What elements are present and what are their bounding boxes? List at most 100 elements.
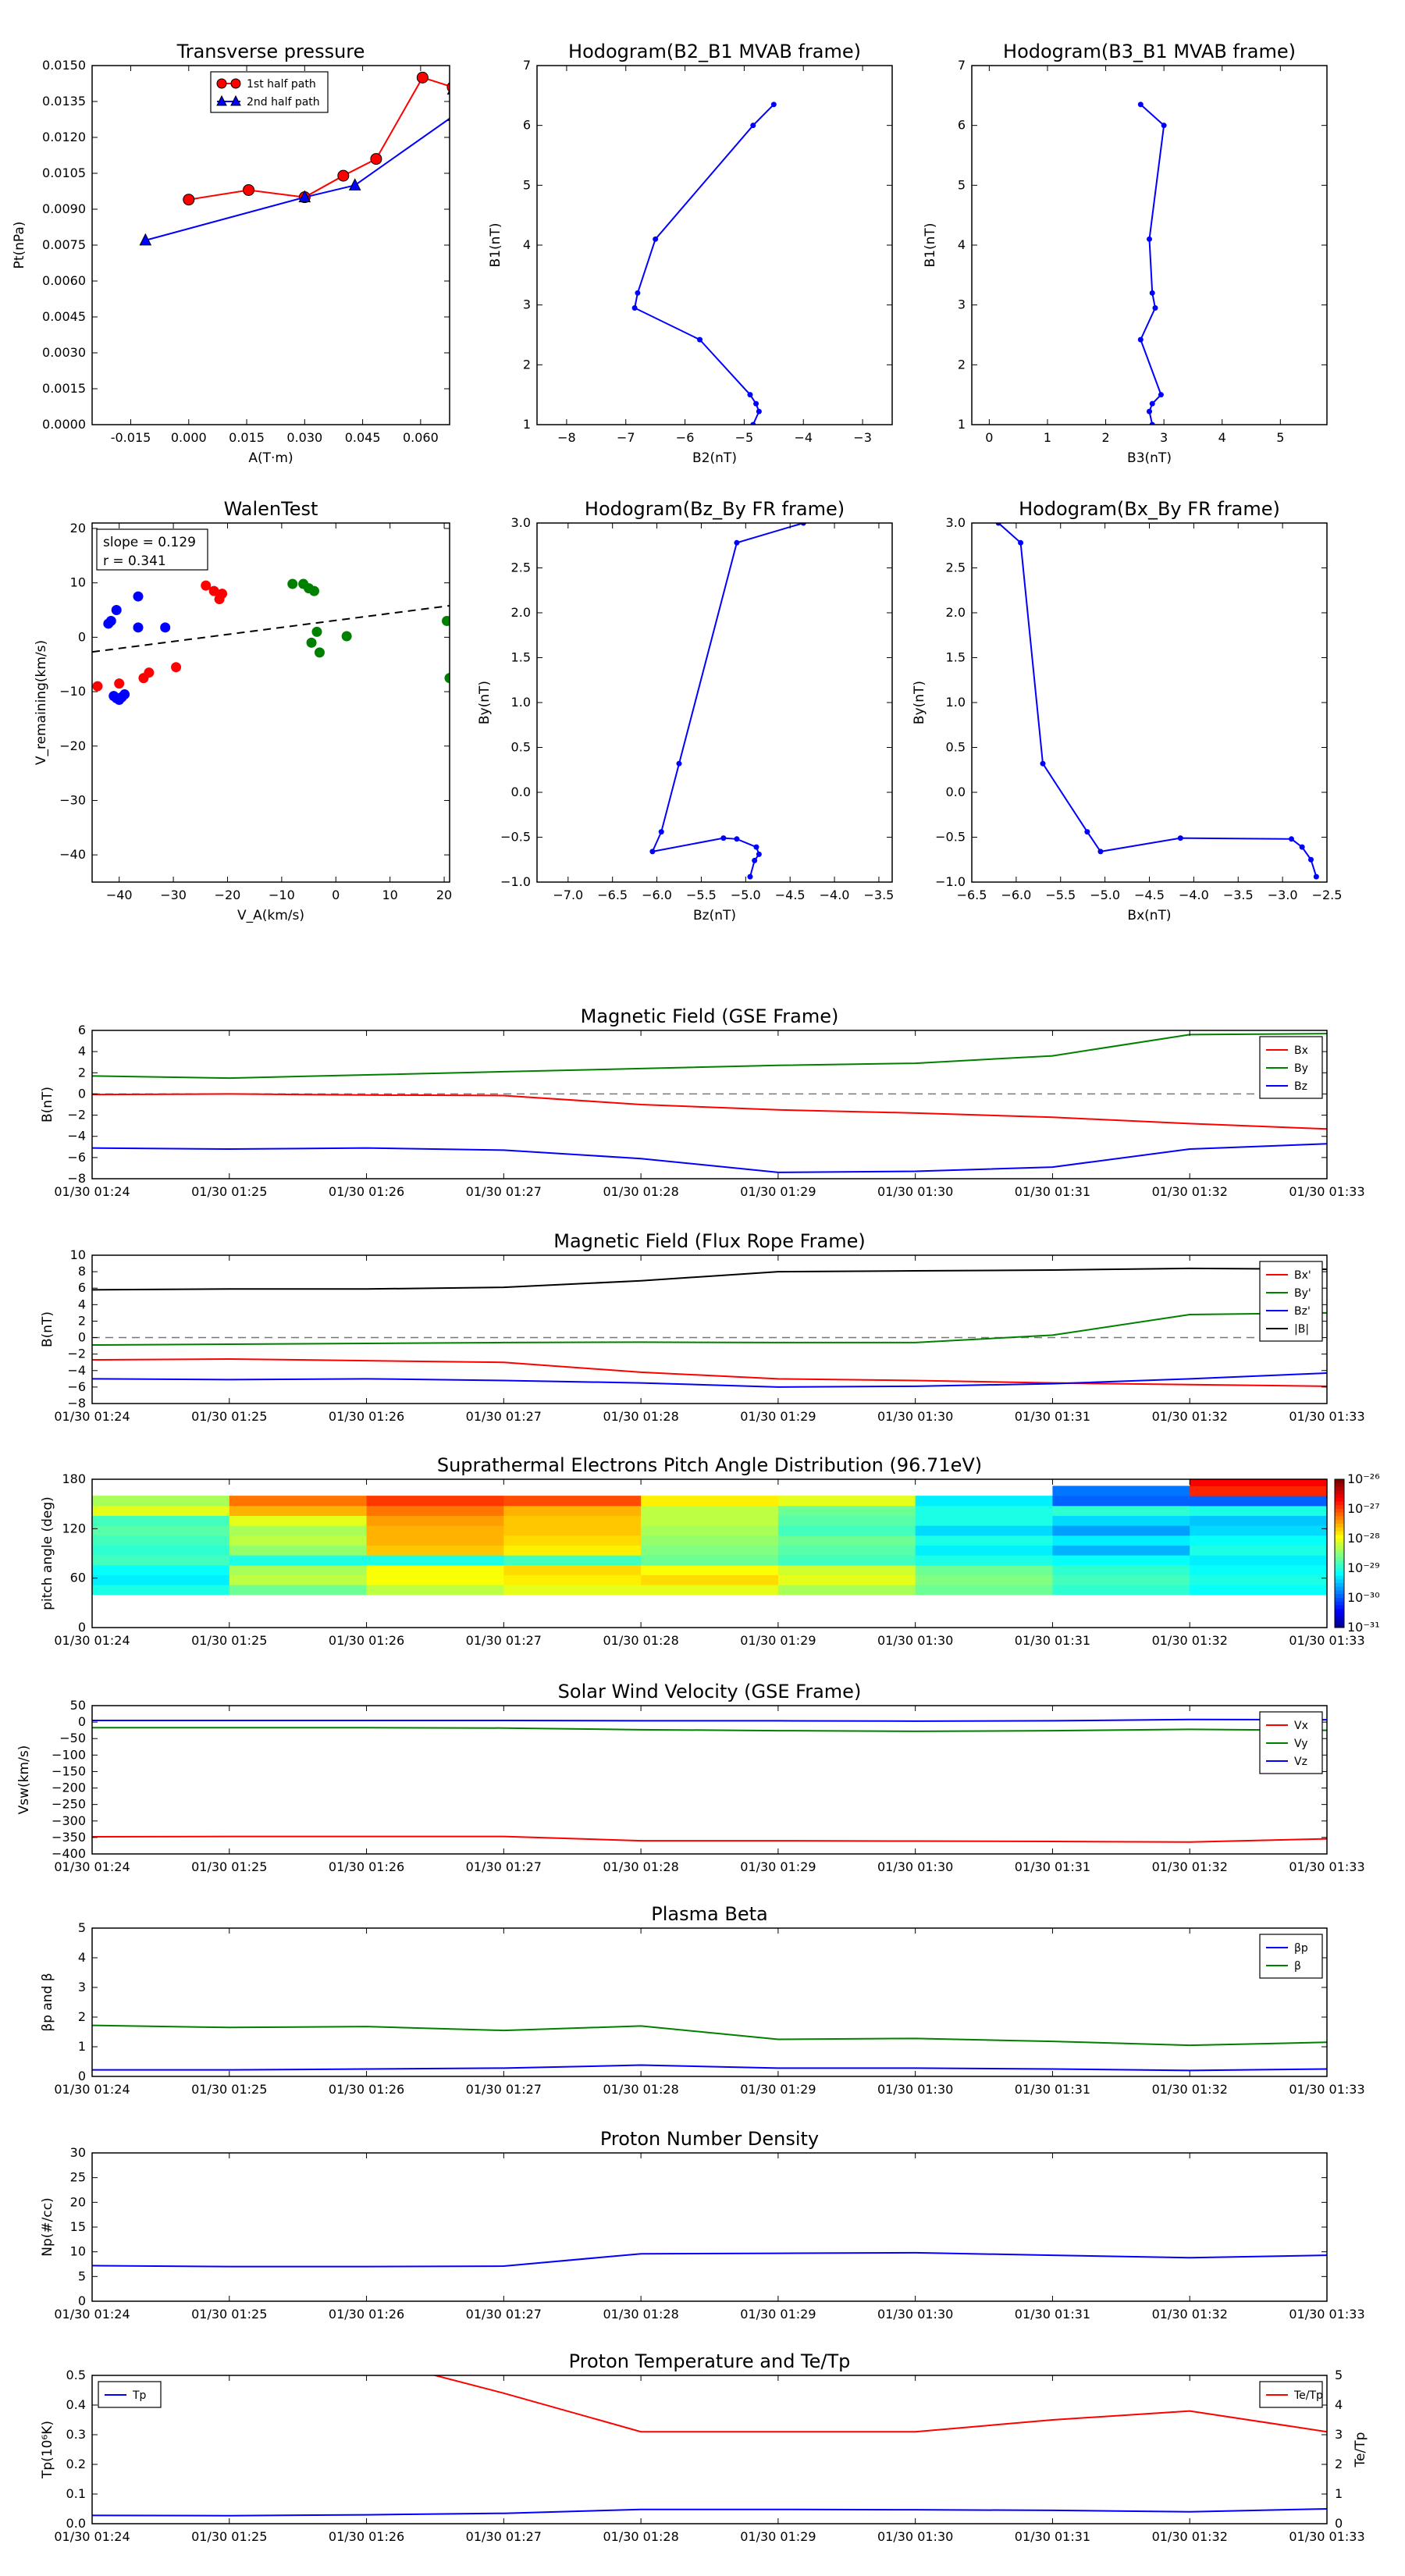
- y-tick-label: −0.5: [500, 830, 531, 845]
- y-tick-label: 0: [78, 1714, 86, 1729]
- heatmap-cell: [1190, 1545, 1328, 1556]
- heatmap-cell: [92, 1496, 230, 1507]
- y-tick-label: 0.5: [66, 2368, 86, 2382]
- x-tick-label: −3.5: [864, 888, 895, 902]
- time-tick-label: 01/30 01:24: [54, 1184, 130, 1199]
- data-point: [635, 290, 641, 296]
- time-tick-label: 01/30 01:33: [1289, 1409, 1364, 1424]
- panel-pad: Suprathermal Electrons Pitch Angle Distr…: [40, 1454, 1380, 1648]
- data-point: [770, 101, 777, 108]
- colorbar-segment: [1335, 1535, 1344, 1539]
- legend-label: Bx: [1294, 1044, 1308, 1057]
- panel-title: Solar Wind Velocity (GSE Frame): [558, 1681, 862, 1703]
- panel-title: Hodogram(Bx_By FR frame): [1019, 498, 1280, 520]
- heatmap-cell: [1052, 1515, 1190, 1526]
- data-point: [92, 681, 103, 692]
- time-tick-label: 01/30 01:26: [329, 1409, 404, 1424]
- data-point: [341, 631, 352, 642]
- y-axis-label: Vsw(km/s): [16, 1745, 32, 1815]
- heatmap-cell: [1052, 1496, 1190, 1507]
- time-tick-label: 01/30 01:25: [191, 1633, 267, 1648]
- panel-bfr: Magnetic Field (Flux Rope Frame)−8−6−4−2…: [40, 1230, 1365, 1424]
- time-tick-label: 01/30 01:25: [191, 2307, 267, 2322]
- y-tick-label: 180: [62, 1471, 86, 1486]
- y-tick-label: 3: [958, 297, 966, 312]
- x-tick-label: 0.030: [286, 430, 322, 445]
- colorbar-segment: [1335, 1497, 1344, 1502]
- data-point: [658, 829, 664, 835]
- y-tick-label: 0.0120: [42, 130, 86, 144]
- colorbar-tick-label: 10⁻²⁶: [1347, 1471, 1380, 1486]
- y-tick-label: 0.0135: [42, 94, 86, 109]
- heatmap-cell: [1052, 1525, 1190, 1536]
- y-tick-label: −50: [59, 1731, 86, 1745]
- data-point: [1084, 829, 1090, 835]
- y-tick-label: 3: [78, 1980, 86, 1994]
- heatmap-cell: [915, 1585, 1053, 1596]
- y-tick-label: 30: [70, 2145, 86, 2160]
- data-point: [243, 183, 255, 196]
- y-axis-label: Tp(10⁶K): [40, 2421, 55, 2479]
- y-tick-label: 0: [78, 629, 86, 644]
- colorbar-segment: [1335, 1509, 1344, 1514]
- data-point: [114, 678, 125, 689]
- y-tick-label: 0: [78, 1330, 86, 1345]
- colorbar-segment: [1335, 1494, 1344, 1499]
- y-tick-label: 10: [70, 1247, 86, 1262]
- panel-hodo4: Hodogram(Bx_By FR frame)−1.0−0.50.00.51.…: [912, 498, 1342, 923]
- time-tick-label: 01/30 01:27: [466, 2529, 542, 2544]
- x-tick-label: −4.0: [1179, 888, 1209, 902]
- heatmap-cell: [229, 1574, 368, 1585]
- x-axis-label: B2(nT): [692, 450, 737, 466]
- y-tick-label: 10: [70, 575, 86, 590]
- heatmap-cell: [366, 1545, 504, 1556]
- x-tick-label: −4.0: [820, 888, 850, 902]
- heatmap-cell: [366, 1505, 504, 1516]
- time-tick-label: 01/30 01:30: [877, 1859, 953, 1874]
- time-tick-label: 01/30 01:27: [466, 1859, 542, 1874]
- time-tick-label: 01/30 01:27: [466, 2307, 542, 2322]
- time-tick-label: 01/30 01:28: [603, 2082, 678, 2097]
- y-tick-label: −10: [59, 684, 86, 699]
- heatmap-cell: [641, 1525, 779, 1536]
- plot-area: [92, 1033, 1327, 1173]
- y-tick-label: 0.0060: [42, 273, 86, 288]
- time-tick-label: 01/30 01:32: [1152, 2082, 1228, 2097]
- time-tick-label: 01/30 01:27: [466, 1184, 542, 1199]
- y-tick-label: 4: [78, 1950, 86, 1965]
- legend-label: Bz': [1294, 1305, 1311, 1318]
- heatmap-cell: [641, 1515, 779, 1526]
- series-line: [92, 1835, 1327, 1843]
- colorbar-segment: [1335, 1571, 1344, 1576]
- x-tick-label: 10: [382, 888, 397, 902]
- time-tick-label: 01/30 01:24: [54, 2082, 130, 2097]
- time-tick-label: 01/30 01:32: [1152, 1859, 1228, 1874]
- x-tick-label: −6.5: [957, 888, 987, 902]
- heatmap-cell: [777, 1545, 916, 1556]
- heatmap-cell: [503, 1545, 642, 1556]
- heatmap-cell: [229, 1515, 368, 1526]
- series-line: [92, 1727, 1327, 1732]
- x-tick-label: 0.000: [171, 430, 207, 445]
- time-tick-label: 01/30 01:33: [1289, 1184, 1364, 1199]
- y-tick-label: 4: [78, 1044, 86, 1059]
- data-point: [311, 626, 322, 637]
- y-tick-label: 50: [70, 1698, 86, 1713]
- panel-np: Proton Number Density05101520253001/30 0…: [40, 2128, 1365, 2322]
- legend-label: |B|: [1294, 1323, 1309, 1336]
- plot-area: [92, 2251, 1327, 2268]
- x-tick-label: −5: [735, 430, 754, 445]
- y-tick-label: 8: [78, 1264, 86, 1279]
- heatmap-cell: [92, 1545, 230, 1556]
- time-tick-label: 01/30 01:29: [740, 1409, 816, 1424]
- time-tick-label: 01/30 01:29: [740, 2529, 816, 2544]
- heatmap-cell: [1052, 1535, 1190, 1546]
- y-axis-label: V_remaining(km/s): [34, 640, 49, 765]
- time-tick-label: 01/30 01:24: [54, 1633, 130, 1648]
- colorbar-segment: [1335, 1557, 1344, 1561]
- series-line: [92, 1033, 1327, 1080]
- heatmap-cell: [1052, 1545, 1190, 1556]
- figure-canvas: Transverse pressure0.00000.00150.00300.0…: [12, 41, 1380, 2544]
- time-tick-label: 01/30 01:29: [740, 1859, 816, 1874]
- time-tick-label: 01/30 01:30: [877, 1409, 953, 1424]
